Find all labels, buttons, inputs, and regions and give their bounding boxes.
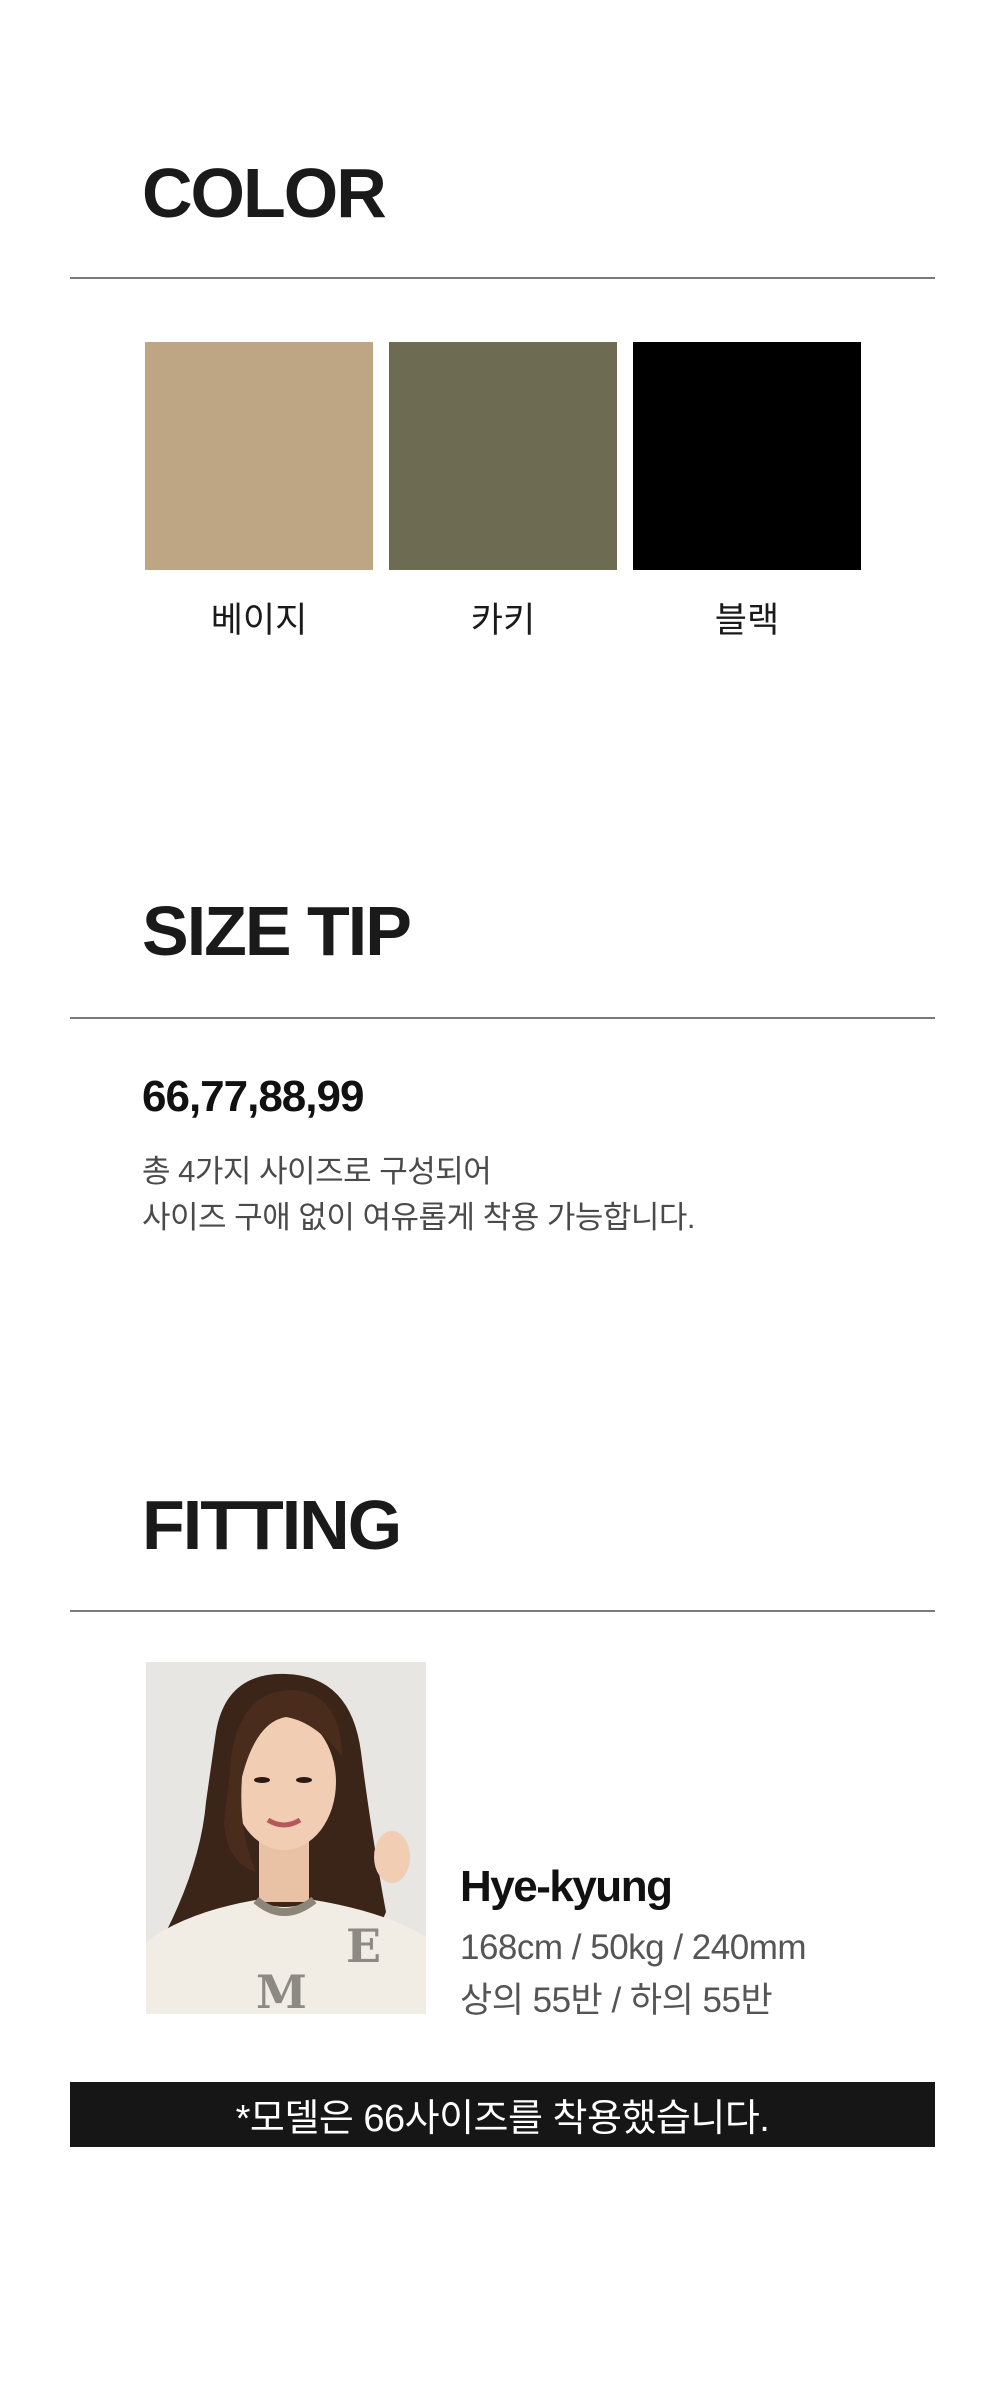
fitting-divider [70,1610,935,1612]
model-name: Hye-kyung [460,1862,673,1911]
swatch-beige[interactable] [145,342,373,570]
size-description-line-2: 사이즈 구애 없이 여유롭게 착용 가능합니다. [142,1200,696,1235]
svg-text:E: E [346,1919,381,1973]
svg-text:M: M [256,1965,307,2014]
swatch-label-khaki: 카키 [470,601,536,640]
model-photo: E M [146,1662,426,2014]
fitting-notice-bar: *모델은 66사이즈를 착용했습니다. [70,2082,935,2147]
swatch-khaki[interactable] [389,342,617,570]
fitting-notice-text: *모델은 66사이즈를 착용했습니다. [235,2098,770,2140]
size-list: 66,77,88,99 [142,1072,364,1121]
model-sizes-worn: 상의 55반 / 하의 55반 [460,1981,773,2020]
size-tip-title: SIZE TIP [142,892,412,970]
swatch-black[interactable] [633,342,861,570]
model-measurements: 168cm / 50kg / 240mm [460,1928,807,1967]
color-divider [70,277,935,279]
size-tip-divider [70,1017,935,1019]
fitting-title: FITTING [142,1486,402,1564]
size-description-line-1: 총 4가지 사이즈로 구성되어 [142,1154,492,1189]
swatch-label-black: 블랙 [714,601,780,640]
swatch-label-beige: 베이지 [210,601,308,640]
color-section-title: COLOR [142,154,387,232]
